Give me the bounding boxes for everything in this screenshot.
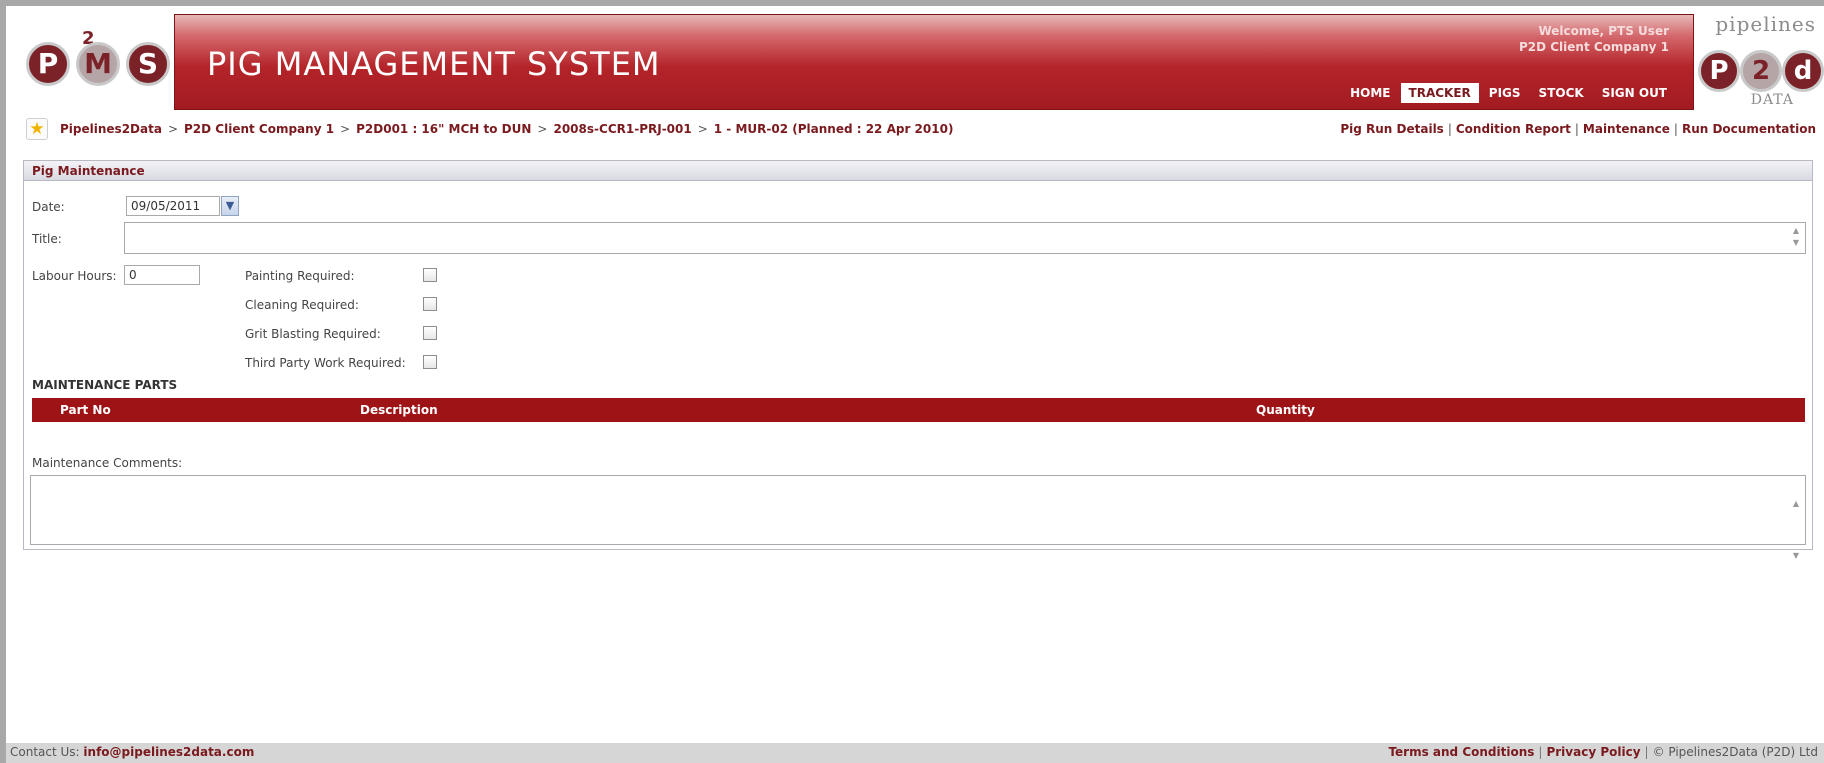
logo-letter-d: d: [1782, 50, 1824, 92]
column-description[interactable]: Description: [360, 403, 438, 417]
pig-maintenance-panel: Pig Maintenance Date: 09/05/2011 ▼ Title…: [23, 160, 1813, 560]
contact-email-link[interactable]: info@pipelines2data.com: [83, 745, 254, 759]
footer-links: Terms and Conditions | Privacy Policy | © Pi…: [1388, 745, 1818, 759]
scroll-down-icon: ▼: [1792, 551, 1800, 560]
third-party-label: Third Party Work Required:: [245, 356, 406, 370]
comments-textarea[interactable]: ▲ ▼: [30, 475, 1806, 560]
footer-separator: |: [1644, 745, 1649, 759]
panel-title: Pig Maintenance: [24, 161, 1812, 181]
breadcrumb-item-root[interactable]: Pipelines2Data: [60, 122, 162, 136]
date-dropdown-button[interactable]: ▼: [221, 196, 239, 216]
logo-word-pipelines: pipelines: [1715, 12, 1816, 36]
copyright-text: © Pipelines2Data (P2D) Ltd: [1652, 745, 1818, 759]
title-label: Title:: [32, 232, 62, 246]
breadcrumb-separator: >: [167, 122, 178, 136]
header: P 2 M S PIG MANAGEMENT SYSTEM Welcome, P…: [6, 6, 1824, 112]
top-nav: HOME TRACKER PIGS STOCK SIGN OUT: [1342, 83, 1675, 103]
favourite-star-icon[interactable]: ★: [26, 118, 48, 140]
welcome-text: Welcome, PTS User: [1538, 24, 1669, 38]
labour-hours-field[interactable]: 0: [124, 265, 200, 285]
pms-logo[interactable]: P 2 M S: [26, 26, 171, 96]
date-field[interactable]: 09/05/2011: [126, 196, 220, 216]
terms-link[interactable]: Terms and Conditions: [1388, 745, 1534, 759]
comments-label: Maintenance Comments:: [32, 456, 183, 470]
link-separator: |: [1574, 122, 1579, 136]
logo-letter-2: 2: [1740, 50, 1782, 92]
breadcrumb-bar: ★ Pipelines2Data > P2D Client Company 1 > P2…: [6, 114, 1824, 144]
grit-blasting-label: Grit Blasting Required:: [245, 327, 381, 341]
column-part-no[interactable]: Part No: [60, 403, 111, 417]
link-condition-report[interactable]: Condition Report: [1456, 122, 1571, 136]
painting-label: Painting Required:: [245, 269, 355, 283]
scroll-up-icon: ▲: [1792, 499, 1800, 508]
panel-body: Date: 09/05/2011 ▼ Title: ▲ ▼ Labour Hour…: [24, 182, 1812, 560]
app-title: PIG MANAGEMENT SYSTEM: [207, 45, 661, 83]
third-party-checkbox[interactable]: [423, 355, 437, 369]
welcome-block: Welcome, PTS User P2D Client Company 1: [1519, 23, 1669, 55]
logo-letter-p2: P: [1698, 50, 1740, 92]
grit-blasting-checkbox[interactable]: [423, 326, 437, 340]
cleaning-checkbox[interactable]: [423, 297, 437, 311]
link-maintenance[interactable]: Maintenance: [1583, 122, 1670, 136]
logo-letter-m: M: [76, 42, 120, 86]
date-label: Date:: [32, 200, 65, 214]
contact-label: Contact Us:: [10, 745, 80, 759]
link-run-documentation[interactable]: Run Documentation: [1682, 122, 1816, 136]
chevron-down-icon: ▼: [225, 199, 235, 212]
logo-letter-p: P: [26, 42, 70, 86]
run-sublinks: Pig Run Details | Condition Report | Mainten…: [1340, 122, 1816, 136]
privacy-link[interactable]: Privacy Policy: [1546, 745, 1640, 759]
breadcrumb-item-pipeline[interactable]: P2D001 : 16" MCH to DUN: [356, 122, 531, 136]
parts-table-header: Part No Description Quantity: [32, 398, 1805, 422]
nav-sign-out[interactable]: SIGN OUT: [1594, 83, 1675, 103]
breadcrumb-separator: >: [537, 122, 548, 136]
title-scroll-arrows[interactable]: ▲ ▼: [1789, 225, 1803, 251]
breadcrumb-item-project[interactable]: 2008s-CCR1-PRJ-001: [553, 122, 691, 136]
nav-home[interactable]: HOME: [1342, 83, 1398, 103]
footer-separator: |: [1538, 745, 1543, 759]
link-separator: |: [1447, 122, 1452, 136]
nav-tracker[interactable]: TRACKER: [1400, 83, 1479, 103]
labour-hours-label: Labour Hours:: [32, 269, 117, 283]
logo-word-data: DATA: [1750, 92, 1794, 108]
company-name: P2D Client Company 1: [1518, 40, 1669, 54]
scroll-down-icon: ▼: [1792, 238, 1800, 247]
cleaning-label: Cleaning Required:: [245, 298, 359, 312]
scroll-up-icon: ▲: [1792, 226, 1800, 235]
logo-letter-s: S: [126, 42, 170, 86]
title-field[interactable]: ▲ ▼: [124, 222, 1806, 254]
link-separator: |: [1673, 122, 1678, 136]
breadcrumb-separator: >: [340, 122, 351, 136]
breadcrumb-separator: >: [697, 122, 708, 136]
column-quantity[interactable]: Quantity: [1256, 403, 1315, 417]
p2d-logo[interactable]: pipelines P 2 d DATA: [1698, 12, 1824, 108]
breadcrumb-item-run[interactable]: 1 - MUR-02 (Planned : 22 Apr 2010): [714, 122, 954, 136]
painting-checkbox[interactable]: [423, 268, 437, 282]
maintenance-parts-title: MAINTENANCE PARTS: [32, 378, 178, 392]
footer-contact: Contact Us: info@pipelines2data.com: [10, 745, 254, 759]
breadcrumb-item-company[interactable]: P2D Client Company 1: [184, 122, 334, 136]
nav-pigs[interactable]: PIGS: [1481, 83, 1529, 103]
title-banner: PIG MANAGEMENT SYSTEM Welcome, PTS User …: [174, 14, 1694, 110]
breadcrumb: Pipelines2Data > P2D Client Company 1 > P2D0…: [60, 122, 953, 136]
nav-stock[interactable]: STOCK: [1531, 83, 1592, 103]
footer: Contact Us: info@pipelines2data.com Term…: [6, 743, 1824, 763]
comments-scroll-arrows[interactable]: ▲ ▼: [1789, 478, 1803, 560]
link-pig-run-details[interactable]: Pig Run Details: [1340, 122, 1443, 136]
